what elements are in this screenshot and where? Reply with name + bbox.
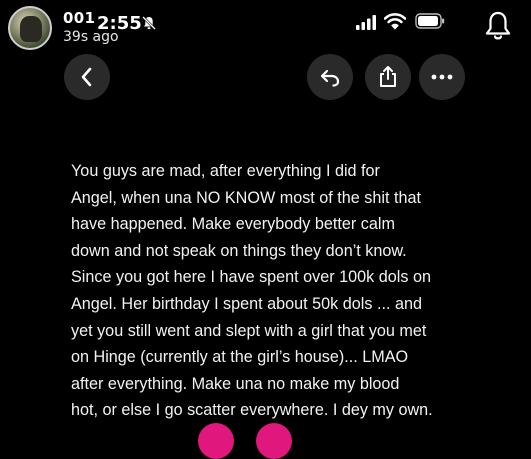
more-button[interactable]	[419, 54, 465, 100]
username[interactable]: 001	[63, 9, 95, 27]
more-horizontal-icon	[431, 74, 453, 80]
avatar[interactable]	[8, 6, 52, 50]
chevron-left-icon	[81, 67, 92, 87]
back-button[interactable]	[64, 54, 110, 100]
cellular-signal-icon	[356, 15, 376, 30]
share-icon	[380, 66, 396, 87]
wifi-icon	[384, 13, 406, 30]
reaction-button[interactable]	[256, 423, 292, 459]
avatar-figure	[20, 16, 42, 42]
status-clock: 2:55	[97, 13, 142, 34]
reaction-button[interactable]	[198, 423, 234, 459]
share-button[interactable]	[365, 54, 411, 100]
reply-button[interactable]	[307, 54, 353, 100]
story-text: You guys are mad, after everything I did…	[71, 162, 433, 420]
bell-icon[interactable]	[484, 10, 512, 42]
reply-arrow-icon	[320, 69, 340, 87]
battery-icon	[415, 13, 445, 29]
bell-slash-icon	[142, 16, 156, 30]
story-header: 001 39s ago 2:55	[0, 0, 531, 56]
